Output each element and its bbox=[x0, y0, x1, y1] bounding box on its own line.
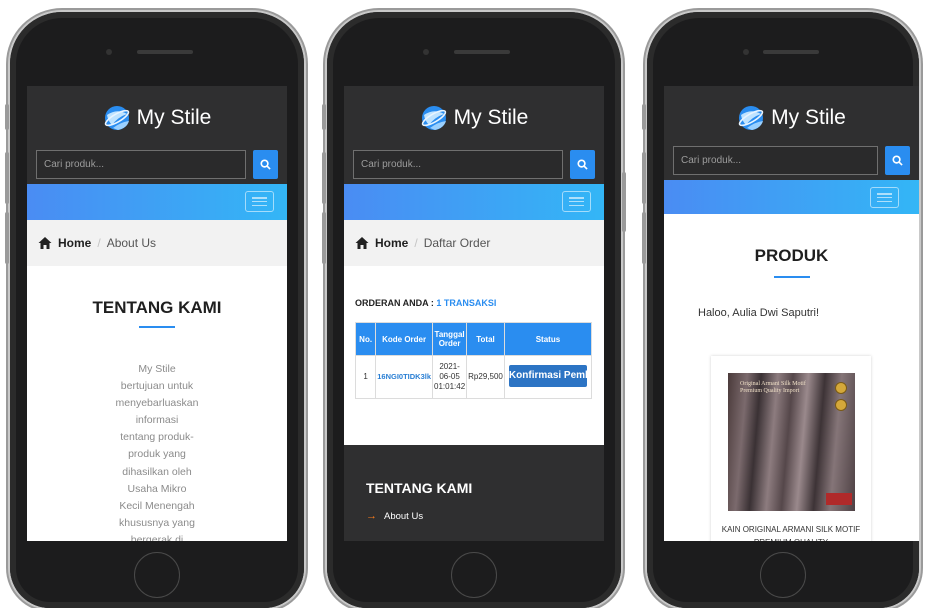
menu-bar bbox=[27, 184, 287, 220]
about-line: dihasilkan oleh bbox=[122, 465, 192, 478]
about-line: bergerak di bbox=[130, 533, 184, 541]
screen-product: My Stile PRODUK Haloo, Aulia Dwi Saputri… bbox=[664, 86, 919, 541]
breadcrumb-current: About Us bbox=[106, 236, 157, 250]
breadcrumb-home-link[interactable]: Home bbox=[375, 236, 408, 250]
page-title: TENTANG KAMI bbox=[92, 298, 222, 317]
navbar: My Stile bbox=[664, 86, 919, 180]
navbar: My Stile bbox=[27, 86, 287, 184]
page-title: PRODUK bbox=[754, 246, 829, 265]
orders-table: No. Kode Order Tanggal Order Total Statu… bbox=[354, 322, 593, 399]
about-line: khususnya yang bbox=[119, 516, 195, 529]
column-header: Tanggal Order bbox=[432, 322, 468, 356]
order-date: 2021- 06-05 01:01:42 bbox=[432, 355, 468, 399]
search-icon bbox=[892, 155, 903, 166]
about-line: menyebarluaskan bbox=[115, 397, 199, 410]
about-line: bertujuan untuk bbox=[120, 380, 194, 393]
about-line: My Stile bbox=[138, 363, 176, 375]
search-input[interactable] bbox=[353, 150, 563, 179]
about-line: Usaha Mikro bbox=[127, 482, 187, 495]
table-header: No. Kode Order Tanggal Order Total Statu… bbox=[354, 322, 593, 356]
stage: My Stile Home / About Us TENTANG KAMI My… bbox=[0, 0, 926, 608]
order-date-line: 06-05 bbox=[439, 372, 460, 381]
search-input[interactable] bbox=[673, 146, 878, 175]
search-icon bbox=[577, 159, 588, 170]
search-input[interactable] bbox=[36, 150, 246, 179]
confirm-payment-button[interactable]: Konfirmasi Pembayaran bbox=[508, 364, 587, 387]
globe-logo-icon bbox=[104, 106, 129, 130]
orders-section: ORDERAN ANDA : 1 TRANSAKSI No. Kode Orde… bbox=[344, 266, 604, 399]
hamburger-icon[interactable] bbox=[870, 187, 899, 208]
home-button[interactable] bbox=[134, 552, 180, 598]
search-icon bbox=[260, 159, 271, 170]
search-button[interactable] bbox=[885, 146, 910, 175]
phone-order-list: My Stile Home / Daftar Order ORDERAN AND… bbox=[322, 12, 626, 608]
menu-bar bbox=[664, 180, 919, 214]
column-header: Kode Order bbox=[375, 322, 434, 356]
about-line: Kecil Menengah bbox=[119, 499, 195, 512]
brand-name: My Stile bbox=[136, 106, 212, 129]
product-image: Original Armani Silk Motif Premium Quali… bbox=[728, 373, 855, 511]
product-name: KAIN ORIGINAL ARMANI SILK MOTIF PREMIUM … bbox=[721, 525, 861, 541]
search-button[interactable] bbox=[253, 150, 278, 179]
home-button[interactable] bbox=[760, 552, 806, 598]
greeting-text: Haloo, Aulia Dwi Saputri! bbox=[698, 307, 820, 319]
about-line: informasi bbox=[135, 414, 179, 427]
footer: TENTANG KAMI → About Us bbox=[344, 445, 604, 541]
table-row: 1 16NGI0TIDK3lk 2021- 06-05 01:01:42 Rp2… bbox=[354, 355, 593, 399]
about-line: tentang produk- bbox=[120, 431, 194, 444]
column-header: No. bbox=[354, 322, 377, 356]
breadcrumb: Home / Daftar Order bbox=[344, 220, 604, 266]
hamburger-icon[interactable] bbox=[562, 191, 591, 212]
title-underline bbox=[139, 326, 175, 328]
arrow-right-icon: → bbox=[366, 510, 377, 522]
home-icon bbox=[38, 237, 52, 249]
order-date-line: 2021- bbox=[439, 362, 460, 371]
screen-about-us: My Stile Home / About Us TENTANG KAMI My… bbox=[27, 86, 287, 541]
order-number: 1 bbox=[354, 355, 377, 399]
menu-bar bbox=[344, 184, 604, 220]
order-date-line: 01:01:42 bbox=[434, 382, 466, 391]
navbar: My Stile bbox=[344, 86, 604, 184]
product-card[interactable]: Original Armani Silk Motif Premium Quali… bbox=[711, 356, 871, 541]
search-button[interactable] bbox=[570, 150, 595, 179]
orders-label-text: ORDERAN ANDA : bbox=[355, 298, 434, 308]
breadcrumb-separator: / bbox=[414, 236, 418, 250]
brand-logo[interactable]: My Stile bbox=[27, 104, 287, 132]
about-line: produk yang bbox=[128, 448, 186, 461]
brand-name: My Stile bbox=[771, 106, 846, 129]
order-code-link[interactable]: 16NGI0TIDK3lk bbox=[375, 355, 434, 399]
brand-name: My Stile bbox=[453, 106, 529, 129]
order-total: Rp29,500 bbox=[466, 355, 505, 399]
column-header: Total bbox=[466, 322, 505, 356]
globe-logo-icon bbox=[738, 106, 764, 130]
footer-link-label: About Us bbox=[384, 510, 424, 522]
brand-logo[interactable]: My Stile bbox=[344, 104, 604, 132]
footer-title: TENTANG KAMI bbox=[366, 480, 473, 496]
title-underline bbox=[773, 276, 810, 278]
screen-order-list: My Stile Home / Daftar Order ORDERAN AND… bbox=[344, 86, 604, 541]
orders-count: 1 TRANSAKSI bbox=[436, 298, 497, 308]
column-header: Status bbox=[503, 322, 593, 356]
about-description: My Stile bertujuan untuk menyebarluaskan… bbox=[102, 361, 212, 541]
footer-about-link[interactable]: → About Us bbox=[366, 510, 604, 522]
badge-seal bbox=[835, 399, 847, 411]
product-image-caption: Original Armani Silk Motif Premium Quali… bbox=[740, 381, 806, 394]
breadcrumb-separator: / bbox=[97, 236, 101, 250]
globe-logo-icon bbox=[421, 106, 446, 130]
home-button[interactable] bbox=[451, 552, 497, 598]
home-icon bbox=[355, 237, 369, 249]
orders-label: ORDERAN ANDA : 1 TRANSAKSI bbox=[355, 298, 595, 308]
breadcrumb-home-link[interactable]: Home bbox=[58, 236, 91, 250]
badge-seal bbox=[835, 382, 847, 394]
hamburger-icon[interactable] bbox=[245, 191, 274, 212]
phone-about-us: My Stile Home / About Us TENTANG KAMI My… bbox=[5, 12, 304, 608]
brand-label bbox=[826, 493, 852, 505]
breadcrumb-current: Daftar Order bbox=[423, 236, 491, 250]
phone-product: My Stile PRODUK Haloo, Aulia Dwi Saputri… bbox=[642, 12, 919, 608]
order-status: Konfirmasi Pembayaran bbox=[503, 355, 593, 399]
breadcrumb: Home / About Us bbox=[27, 220, 287, 266]
brand-logo[interactable]: My Stile bbox=[664, 104, 919, 132]
